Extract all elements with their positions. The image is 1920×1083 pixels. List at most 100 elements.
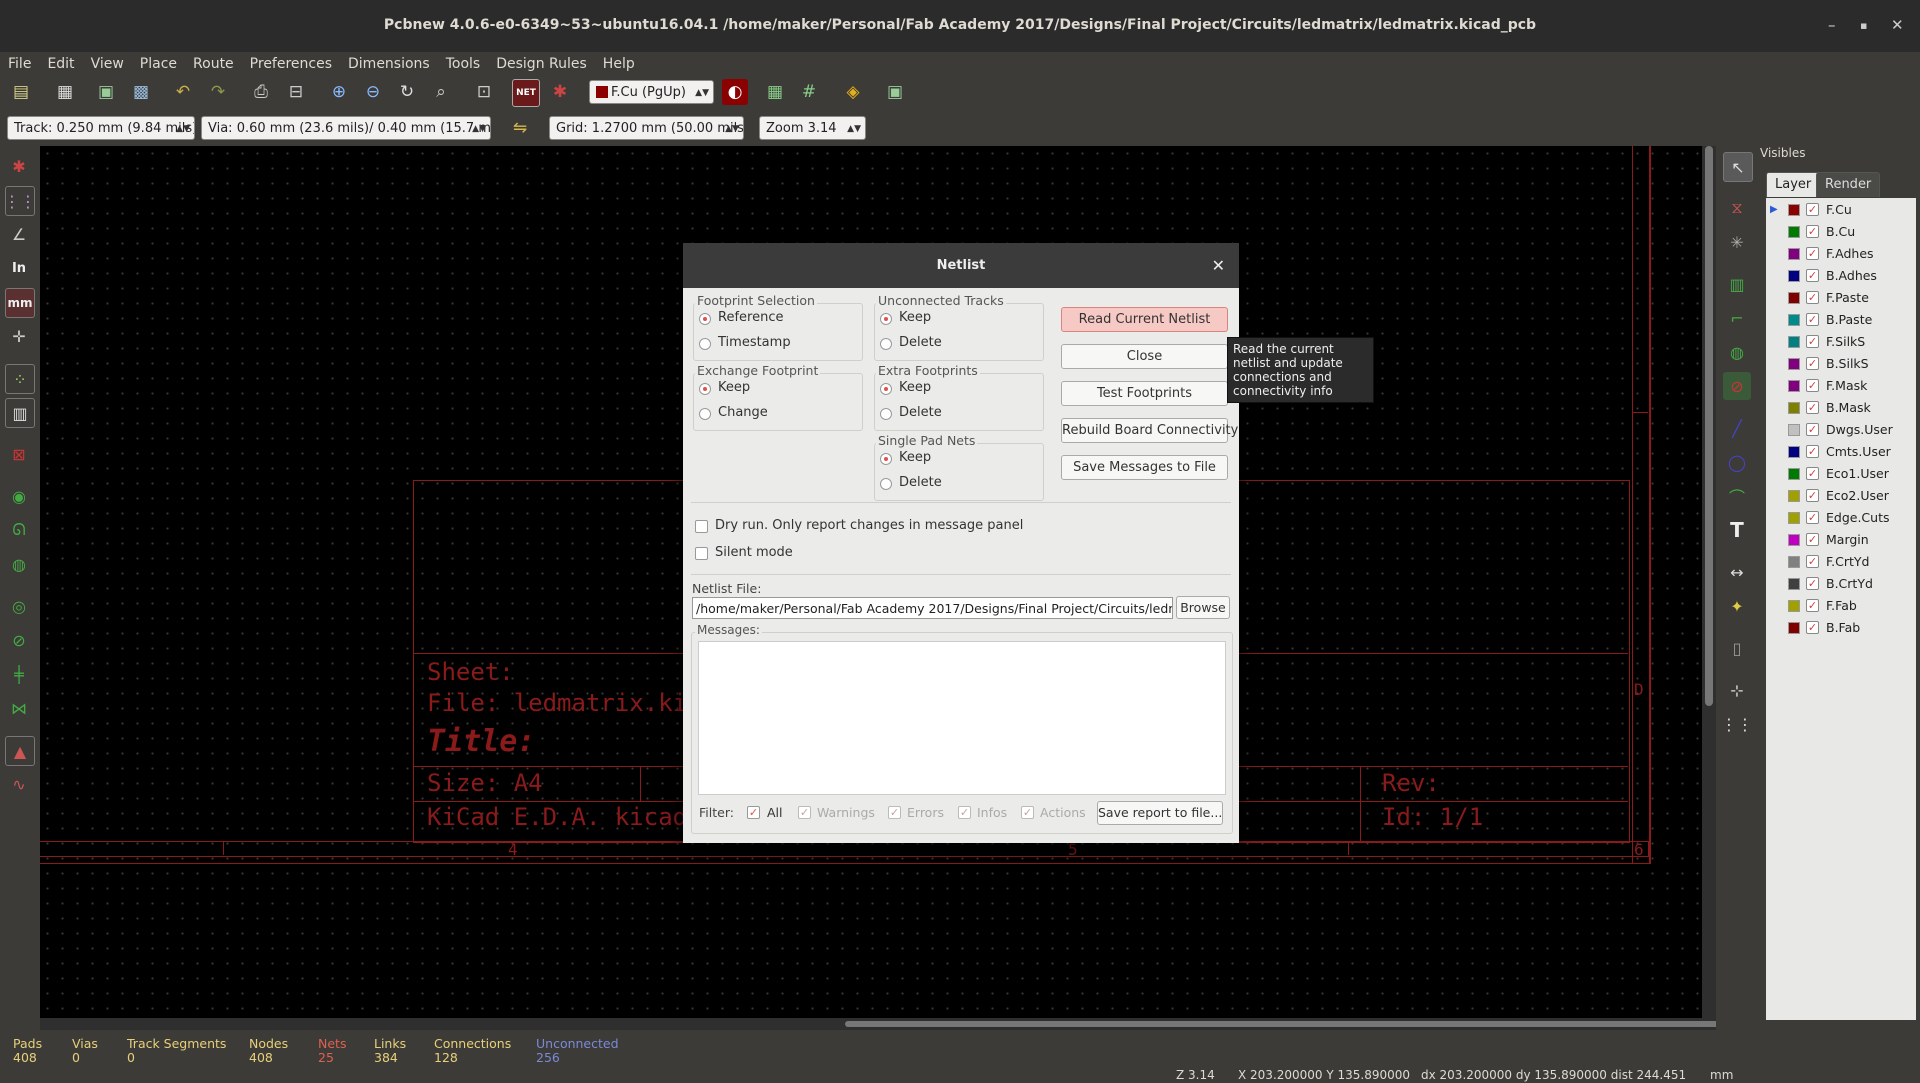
layer-visible-checkbox[interactable]: ✓ (1806, 357, 1819, 370)
layer-color-swatch[interactable] (1788, 380, 1800, 392)
netlist-icon[interactable]: NET (512, 79, 540, 107)
radio-timestamp[interactable] (699, 338, 711, 350)
track-width-select[interactable]: Track: 0.250 mm (9.84 mils) * ▲▼ (7, 116, 195, 140)
layer-visible-checkbox[interactable]: ✓ (1806, 577, 1819, 590)
layer-color-swatch[interactable] (1788, 402, 1800, 414)
radio-exchange-change[interactable] (699, 408, 711, 420)
save-board-icon[interactable]: ▣ (93, 79, 119, 105)
layer-color-swatch[interactable] (1788, 446, 1800, 458)
layer-color-swatch[interactable] (1788, 578, 1800, 590)
track-sketch-icon[interactable]: ╪ (5, 660, 33, 688)
undo-icon[interactable]: ↶ (170, 79, 196, 105)
menu-route[interactable]: Route (185, 52, 242, 72)
highlight-net-icon[interactable]: ⧖ (1723, 194, 1751, 222)
dialog-close-icon[interactable]: ✕ (1212, 243, 1225, 288)
pad-sketch-icon[interactable]: ◎ (5, 592, 33, 620)
zone-outline-icon[interactable]: ᘏ (5, 516, 33, 544)
filter-actions-checkbox[interactable]: ✓ (1021, 806, 1034, 819)
save-report-button[interactable]: Save report to file... (1097, 801, 1223, 825)
layer-visible-checkbox[interactable]: ✓ (1806, 533, 1819, 546)
module-editor-icon[interactable]: ▦ (762, 79, 788, 105)
page-settings-icon[interactable]: ▩ (128, 79, 154, 105)
layer-visible-checkbox[interactable]: ✓ (1806, 225, 1819, 238)
layer-row[interactable]: ✓ Edge.Cuts (1766, 507, 1916, 529)
set-origin-icon[interactable]: ⊹ (1723, 676, 1751, 704)
zone-fill-icon[interactable]: ◉ (5, 482, 33, 510)
layer-visible-checkbox[interactable]: ✓ (1806, 489, 1819, 502)
layer-color-swatch[interactable] (1788, 292, 1800, 304)
auto-delete-tracks-icon[interactable]: ⊠ (5, 440, 33, 468)
grid-toggle-icon[interactable]: ⋮⋮ (4, 186, 36, 216)
drc-icon[interactable]: ✱ (547, 79, 573, 105)
layer-visible-checkbox[interactable]: ✓ (1806, 379, 1819, 392)
filter-errors-checkbox[interactable]: ✓ (888, 806, 901, 819)
maximize-icon[interactable]: ▪ (1860, 19, 1867, 32)
ratsnest-icon[interactable]: ⁘ (5, 364, 35, 394)
layer-visible-checkbox[interactable]: ✓ (1806, 203, 1819, 216)
menu-place[interactable]: Place (132, 52, 185, 72)
layer-visible-checkbox[interactable]: ✓ (1806, 335, 1819, 348)
vertical-scrollbar[interactable] (1702, 146, 1716, 1018)
module-ratsnest-icon[interactable]: ▥ (5, 398, 35, 428)
layer-visible-checkbox[interactable]: ✓ (1806, 599, 1819, 612)
layer-color-swatch[interactable] (1788, 226, 1800, 238)
radio-exchange-keep[interactable] (699, 383, 711, 395)
layer-color-swatch[interactable] (1788, 336, 1800, 348)
menu-preferences[interactable]: Preferences (242, 52, 340, 72)
layer-color-swatch[interactable] (1788, 314, 1800, 326)
read-netlist-button[interactable]: Read Current Netlist (1061, 307, 1228, 332)
filter-infos-checkbox[interactable]: ✓ (958, 806, 971, 819)
zoom-in-icon[interactable]: ⊕ (326, 79, 352, 105)
layer-visible-checkbox[interactable]: ✓ (1806, 467, 1819, 480)
add-line-icon[interactable]: ╱ (1723, 414, 1751, 442)
via-size-select[interactable]: Via: 0.60 mm (23.6 mils)/ 0.40 mm (15.7 … (201, 116, 491, 140)
layer-visible-checkbox[interactable]: ✓ (1806, 247, 1819, 260)
add-keepout-icon[interactable]: ⊘ (1723, 372, 1751, 400)
radio-tracks-keep[interactable] (880, 313, 892, 325)
scroll-thumb[interactable] (1705, 146, 1713, 706)
find-icon[interactable]: ⊡ (471, 79, 497, 105)
layer-color-swatch[interactable] (1788, 358, 1800, 370)
layer-visible-checkbox[interactable]: ✓ (1806, 291, 1819, 304)
redraw-icon[interactable]: ↻ (394, 79, 420, 105)
layer-row[interactable]: ✓ B.SilkS (1766, 353, 1916, 375)
auto-track-width-icon[interactable]: ⇋ (507, 115, 533, 141)
polar-coords-icon[interactable]: ∠ (5, 220, 33, 248)
layer-row[interactable]: ✓ B.Cu (1766, 221, 1916, 243)
cursor-shape-icon[interactable]: ✛ (5, 322, 33, 350)
layer-color-swatch[interactable] (1788, 556, 1800, 568)
radio-singlepad-delete[interactable] (880, 478, 892, 490)
layer-row[interactable]: ✓ B.Adhes (1766, 265, 1916, 287)
menu-dimensions[interactable]: Dimensions (340, 52, 438, 72)
add-arc-icon[interactable]: ⌒ (1723, 482, 1751, 510)
radio-reference[interactable] (699, 313, 711, 325)
layer-visible-checkbox[interactable]: ✓ (1806, 621, 1819, 634)
layer-color-swatch[interactable] (1788, 622, 1800, 634)
minimize-icon[interactable]: – (1828, 16, 1836, 34)
layer-row[interactable]: ✓ F.Adhes (1766, 243, 1916, 265)
radio-extra-delete[interactable] (880, 408, 892, 420)
layer-row[interactable]: ✓ B.CrtYd (1766, 573, 1916, 595)
autorouter-icon[interactable]: ◈ (840, 79, 866, 105)
layer-manager-icon[interactable]: ▲ (5, 736, 35, 766)
add-footprint-icon[interactable]: ▥ (1723, 270, 1751, 298)
add-dimension-icon[interactable]: ↔ (1723, 558, 1751, 586)
layer-color-swatch[interactable] (1788, 204, 1800, 216)
open-board-icon[interactable]: ▦ (52, 79, 78, 105)
layer-row[interactable]: ✓ F.SilkS (1766, 331, 1916, 353)
menu-view[interactable]: View (83, 52, 132, 72)
scroll-thumb[interactable] (845, 1021, 1750, 1027)
zoom-out-icon[interactable]: ⊖ (360, 79, 386, 105)
local-ratsnest-icon[interactable]: ✳ (1723, 228, 1751, 256)
layer-color-swatch[interactable] (1788, 512, 1800, 524)
layer-visible-checkbox[interactable]: ✓ (1806, 511, 1819, 524)
delete-icon[interactable]: ▯ (1723, 634, 1751, 662)
layer-visible-checkbox[interactable]: ✓ (1806, 445, 1819, 458)
scripting-console-icon[interactable]: ▣ (882, 79, 908, 105)
layer-row[interactable]: ✓ Cmts.User (1766, 441, 1916, 463)
save-messages-button[interactable]: Save Messages to File (1061, 455, 1228, 480)
menu-tools[interactable]: Tools (438, 52, 489, 72)
redo-icon[interactable]: ↷ (205, 79, 231, 105)
layer-visible-checkbox[interactable]: ✓ (1806, 313, 1819, 326)
layer-pair-icon[interactable]: ◐ (722, 79, 748, 105)
